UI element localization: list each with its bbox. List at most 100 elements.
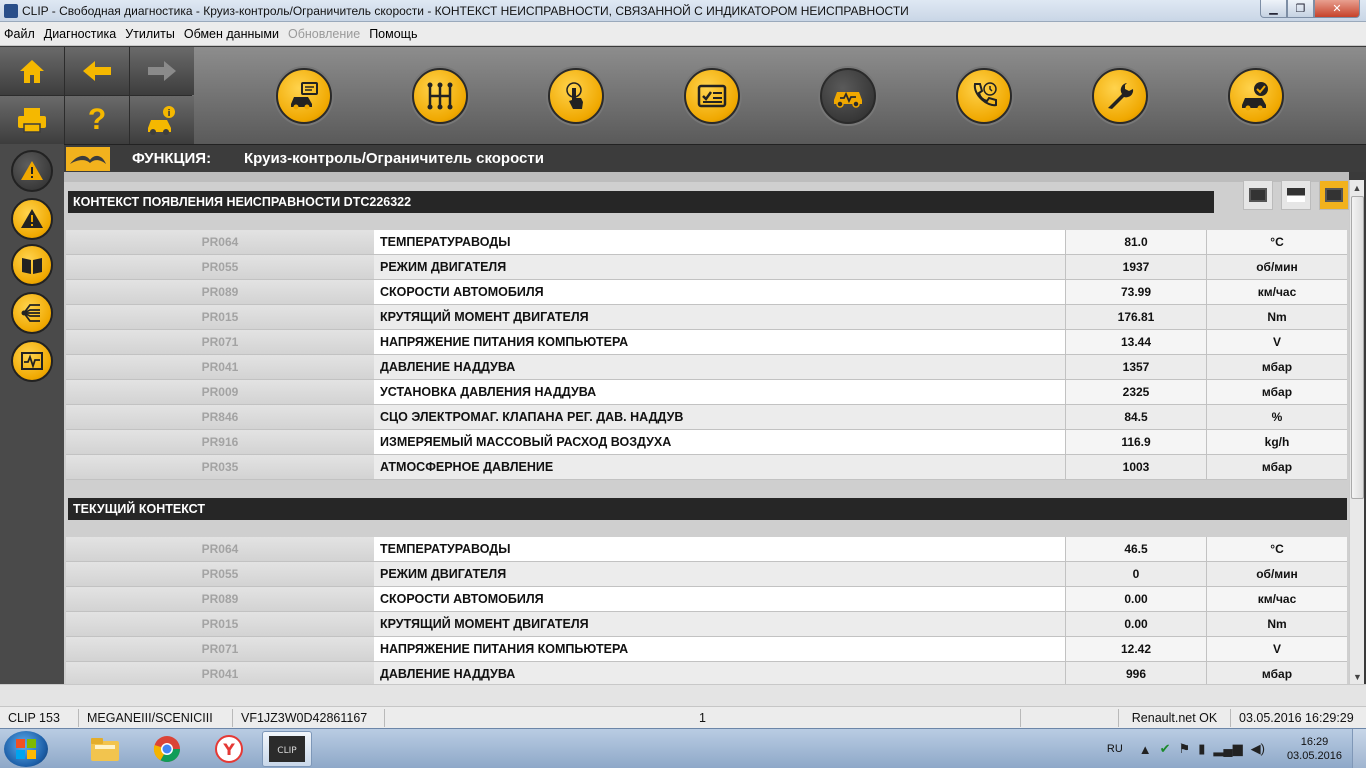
param-name: ТЕМПЕРАТУРАВОДЫ: [374, 537, 1066, 561]
print-button[interactable]: [0, 96, 64, 144]
touch-button[interactable]: [548, 68, 604, 124]
vehicle-info-button[interactable]: i: [130, 96, 194, 144]
print-icon: [18, 108, 46, 133]
taskbar-yandex[interactable]: Y: [204, 731, 254, 767]
current-context-table: PR064 ТЕМПЕРАТУРАВОДЫ 46.5 °C PR055 РЕЖИМ ДВ…: [66, 537, 1347, 684]
param-value: 176.81: [1066, 305, 1207, 329]
view-mode-2-button[interactable]: [1281, 180, 1311, 210]
table-row: PR089 СКОРОСТИ АВТОМОБИЛЯ 0.00 км/час: [66, 587, 1347, 612]
phone-support-button[interactable]: [956, 68, 1012, 124]
sidebar-oscilloscope-button[interactable]: [11, 340, 53, 382]
clock-time: 16:29: [1300, 736, 1329, 748]
param-name: СКОРОСТИ АВТОМОБИЛЯ: [374, 280, 1066, 304]
show-desktop-button[interactable]: [1352, 729, 1366, 768]
forward-button: [130, 47, 194, 95]
home-button[interactable]: [0, 47, 64, 95]
gearbox-button[interactable]: [412, 68, 468, 124]
param-value: 0.00: [1066, 587, 1207, 611]
table-row: PR015 КРУТЯЩИЙ МОМЕНТ ДВИГАТЕЛЯ 0.00 Nm: [66, 612, 1347, 637]
table-row: PR064 ТЕМПЕРАТУРАВОДЫ 81.0 °C: [66, 230, 1347, 255]
sync-icon[interactable]: ✔: [1160, 741, 1171, 757]
window-title: CLIP - Свободная диагностика - Круиз-кон…: [22, 4, 909, 18]
close-button[interactable]: ✕: [1314, 0, 1360, 18]
taskbar-clip[interactable]: CLIP: [262, 731, 312, 767]
vehicle-screen-icon: [291, 82, 318, 110]
function-label: ФУНКЦИЯ:: [132, 150, 212, 167]
status-gap: [0, 684, 1366, 706]
clock[interactable]: 16:29 03.05.2016: [1287, 735, 1342, 763]
svg-text:CLIP: CLIP: [277, 746, 297, 756]
param-value: 1003: [1066, 455, 1207, 479]
table-row: PR041 ДАВЛЕНИЕ НАДДУВА 1357 мбар: [66, 355, 1347, 380]
sidebar-warning-button[interactable]: [11, 198, 53, 240]
checklist-button[interactable]: [684, 68, 740, 124]
param-name: РЕЖИМ ДВИГАТЕЛЯ: [374, 562, 1066, 586]
flag-icon[interactable]: ⚑: [1179, 741, 1191, 757]
back-button[interactable]: [65, 47, 129, 95]
scrollbar-thumb[interactable]: [1351, 196, 1364, 499]
param-code: PR055: [66, 255, 374, 279]
view-table-icon: [1325, 188, 1343, 202]
battery-icon[interactable]: ▮: [1198, 741, 1205, 757]
vehicle-diagnostic-icon: [834, 91, 862, 108]
view-mode-3-button[interactable]: [1319, 180, 1349, 210]
main-content: КОНТЕКСТ ПОЯВЛЕНИЯ НЕИСПРАВНОСТИ DTC2263…: [64, 172, 1349, 684]
windows-taskbar: Y CLIP RU ▲ ✔ ⚑ ▮ ▂▄▆ ◀) 16:29 03.05.201…: [0, 728, 1366, 768]
vehicle-check-button[interactable]: [1228, 68, 1284, 124]
manual-book-icon: [22, 258, 42, 274]
table-row: PR041 ДАВЛЕНИЕ НАДДУВА 996 мбар: [66, 662, 1347, 684]
param-value: 996: [1066, 662, 1207, 684]
oscilloscope-icon: [21, 352, 43, 370]
nav-button-grid: ? i: [0, 47, 194, 144]
param-name: ДАВЛЕНИЕ НАДДУВА: [374, 355, 1066, 379]
clock-date: 03.05.2016: [1286, 750, 1342, 762]
start-button[interactable]: [4, 731, 48, 767]
menu-help[interactable]: Помощь: [369, 27, 417, 41]
minimize-button[interactable]: ▁: [1260, 0, 1287, 18]
taskbar-explorer[interactable]: [80, 731, 130, 767]
language-indicator[interactable]: RU: [1107, 743, 1123, 755]
wrench-icon: [1108, 83, 1134, 109]
volume-icon[interactable]: ◀): [1251, 741, 1265, 757]
scroll-up-icon[interactable]: ▲: [1350, 180, 1364, 195]
sidebar-warning-active-button[interactable]: [11, 150, 53, 192]
wrench-button[interactable]: [1092, 68, 1148, 124]
param-unit: %: [1207, 405, 1347, 429]
vehicle-screen-button[interactable]: [276, 68, 332, 124]
view-mode-1-button[interactable]: [1243, 180, 1273, 210]
view-full-icon: [1249, 188, 1267, 202]
menu-diagnostics[interactable]: Диагностика: [44, 27, 116, 41]
param-unit: об/мин: [1207, 562, 1347, 586]
touch-icon: [566, 82, 583, 109]
sidebar-manual-button[interactable]: [11, 244, 53, 286]
warning-icon: [21, 209, 43, 228]
help-button[interactable]: ?: [65, 96, 129, 144]
param-unit: мбар: [1207, 662, 1347, 684]
sidebar-network-button[interactable]: [11, 292, 53, 334]
title-bar: CLIP - Свободная диагностика - Круиз-кон…: [0, 0, 1366, 22]
taskbar-chrome[interactable]: [142, 731, 192, 767]
menu-file[interactable]: Файл: [4, 27, 35, 41]
signal-icon[interactable]: ▂▄▆: [1213, 741, 1242, 757]
scroll-down-icon[interactable]: ▼: [1350, 669, 1365, 684]
maximize-button[interactable]: ❐: [1287, 0, 1314, 18]
menu-utilities[interactable]: Утилиты: [125, 27, 175, 41]
menu-data-exchange[interactable]: Обмен данными: [184, 27, 279, 41]
vertical-scrollbar[interactable]: ▲ ▼: [1349, 180, 1364, 684]
param-name: КРУТЯЩИЙ МОМЕНТ ДВИГАТЕЛЯ: [374, 305, 1066, 329]
window-controls: ▁ ❐ ✕: [1260, 0, 1360, 19]
status-network: Renault.net OK: [1119, 708, 1231, 727]
param-value: 1937: [1066, 255, 1207, 279]
checklist-icon: [697, 84, 727, 108]
tray-expand-icon[interactable]: ▲: [1139, 742, 1152, 757]
param-unit: об/мин: [1207, 255, 1347, 279]
table-row: PR916 ИЗМЕРЯЕМЫЙ МАССОВЫЙ РАСХОД ВОЗДУХА 1…: [66, 430, 1347, 455]
param-code: PR015: [66, 305, 374, 329]
chrome-icon: [153, 736, 181, 763]
left-sidebar: [0, 144, 64, 684]
vehicle-diagnostic-button[interactable]: [820, 68, 876, 124]
param-unit: Nm: [1207, 305, 1347, 329]
param-value: 0.00: [1066, 612, 1207, 636]
param-code: PR089: [66, 587, 374, 611]
param-name: НАПРЯЖЕНИЕ ПИТАНИЯ КОМПЬЮТЕРА: [374, 637, 1066, 661]
